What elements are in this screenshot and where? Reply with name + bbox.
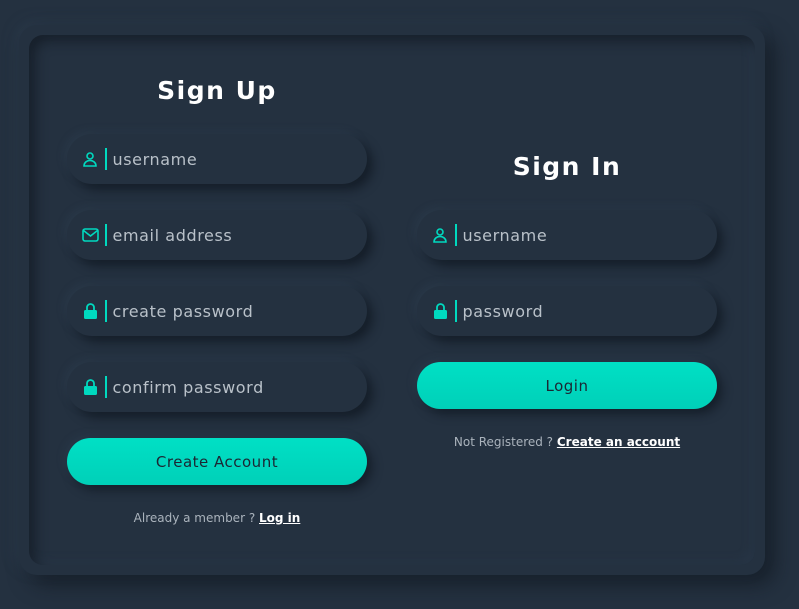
signup-note: Already a member ? Log in (67, 511, 367, 525)
create-account-button[interactable]: Create Account (67, 438, 367, 485)
user-icon (431, 226, 449, 244)
signup-note-text: Already a member ? (133, 511, 259, 525)
signup-password-input[interactable] (112, 301, 343, 321)
signup-username-field[interactable] (67, 134, 367, 184)
signup-confirm-input[interactable] (112, 377, 343, 397)
signup-email-input[interactable] (112, 225, 343, 245)
lock-icon (81, 302, 99, 320)
field-separator (105, 148, 107, 170)
mail-icon (81, 226, 99, 244)
signin-title: Sign In (512, 152, 622, 181)
signin-note: Not Registered ? Create an account (417, 435, 717, 449)
lock-icon (81, 378, 99, 396)
lock-icon (431, 302, 449, 320)
field-separator (105, 224, 107, 246)
signup-password-field[interactable] (67, 286, 367, 336)
signup-email-field[interactable] (67, 210, 367, 260)
field-separator (105, 376, 107, 398)
user-icon (81, 150, 99, 168)
field-separator (455, 224, 457, 246)
signin-password-field[interactable] (417, 286, 717, 336)
field-separator (455, 300, 457, 322)
signin-note-text: Not Registered ? (453, 435, 557, 449)
signin-username-input[interactable] (462, 225, 693, 245)
signin-password-input[interactable] (462, 301, 693, 321)
field-separator (105, 300, 107, 322)
signup-title: Sign Up (157, 76, 277, 105)
signup-confirm-field[interactable] (67, 362, 367, 412)
signin-username-field[interactable] (417, 210, 717, 260)
signup-username-input[interactable] (112, 149, 343, 169)
login-button[interactable]: Login (417, 362, 717, 409)
login-link[interactable]: Log in (259, 511, 300, 525)
create-account-link[interactable]: Create an account (557, 435, 680, 449)
